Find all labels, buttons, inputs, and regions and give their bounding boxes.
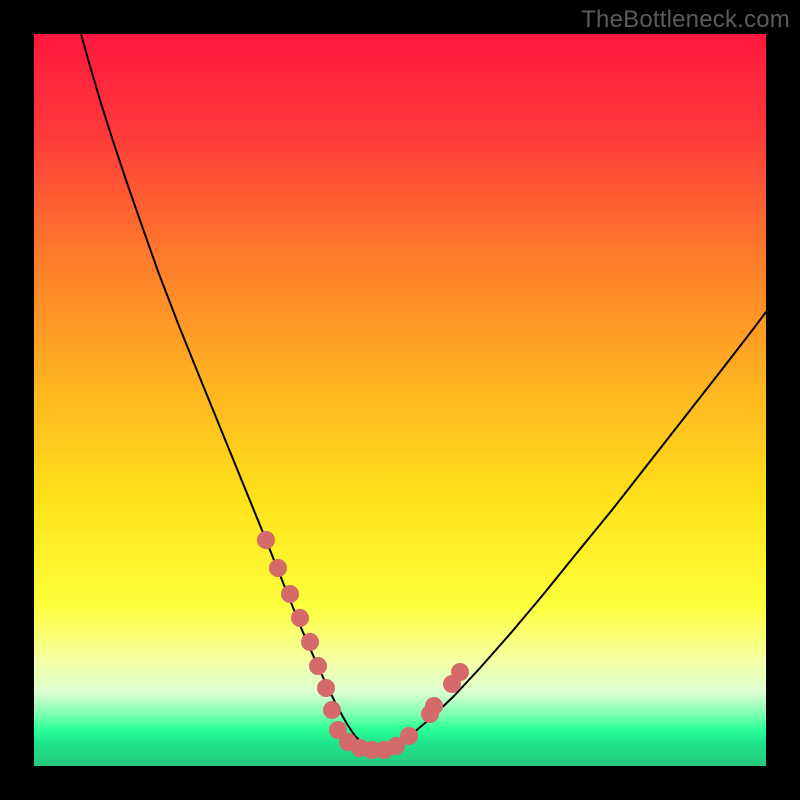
- curve-marker: [301, 633, 319, 651]
- watermark-text: TheBottleneck.com: [581, 6, 790, 34]
- curve-marker: [317, 679, 335, 697]
- curve-marker: [323, 701, 341, 719]
- curve-marker: [281, 585, 299, 603]
- bottleneck-markers: [257, 531, 469, 759]
- curve-marker: [291, 609, 309, 627]
- chart-outer-frame: TheBottleneck.com: [0, 0, 800, 800]
- curve-marker: [309, 657, 327, 675]
- curve-marker: [425, 697, 443, 715]
- curve-marker: [257, 531, 275, 549]
- bottleneck-curve: [81, 34, 766, 748]
- curve-marker: [451, 663, 469, 681]
- curve-marker: [400, 727, 418, 745]
- curve-marker: [269, 559, 287, 577]
- chart-curve-layer: [34, 34, 766, 766]
- chart-plot-area: [34, 34, 766, 766]
